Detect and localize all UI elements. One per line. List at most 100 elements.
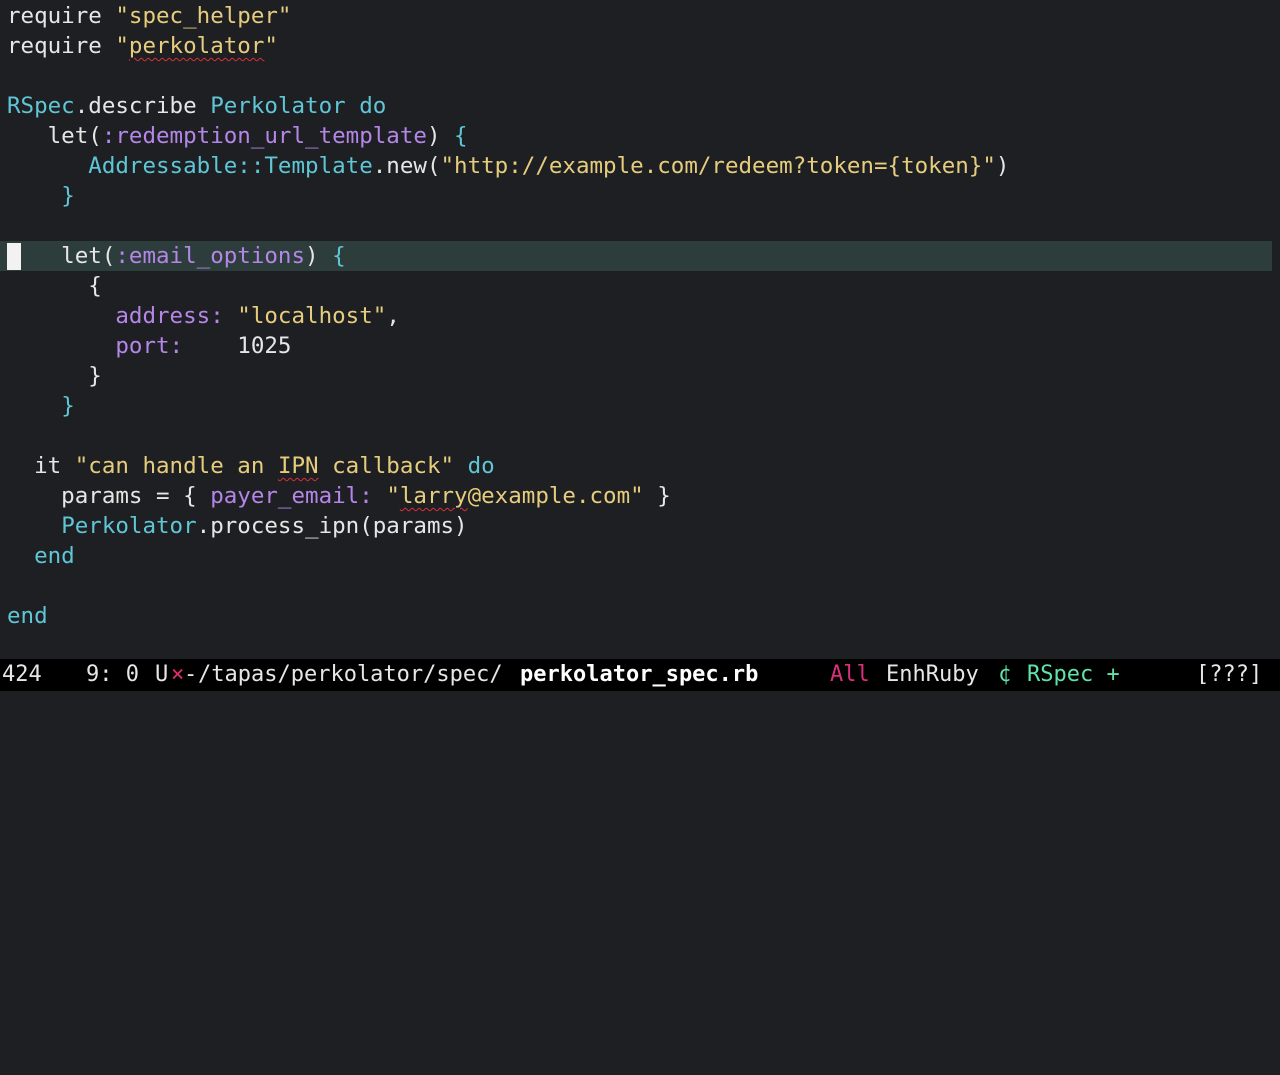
code-line[interactable]: require "spec_helper" xyxy=(0,1,1272,31)
code-token: { xyxy=(454,123,468,149)
code-line[interactable]: { xyxy=(0,271,1272,301)
code-text: Perkolator.process_ipn(params) xyxy=(7,511,467,541)
code-token: .describe xyxy=(74,93,211,119)
code-text: Addressable::Template.new("http://exampl… xyxy=(7,151,1009,181)
code-line[interactable]: } xyxy=(0,361,1272,391)
code-line[interactable]: Addressable::Template.new("http://exampl… xyxy=(0,151,1272,181)
code-line[interactable]: require "perkolator" xyxy=(0,31,1272,61)
code-token: "localhost" xyxy=(237,303,387,329)
code-line[interactable] xyxy=(0,211,1272,241)
code-token: } xyxy=(61,183,75,209)
code-token: payer_email: xyxy=(210,483,373,509)
code-token: :email_options xyxy=(115,243,306,269)
code-token: "can handle an xyxy=(74,453,278,479)
code-line[interactable]: port: 1025 xyxy=(0,331,1272,361)
code-token: :redemption_url_template xyxy=(101,123,427,149)
spelling-error: perkolator xyxy=(128,33,265,59)
code-token: , xyxy=(386,303,400,329)
code-token: params = { xyxy=(7,483,211,509)
code-text: require "perkolator" xyxy=(7,31,278,61)
code-editor[interactable]: require "spec_helper" require "perkolator… xyxy=(0,0,1280,656)
code-token: port: xyxy=(115,333,184,359)
line-count: 424 xyxy=(2,662,42,687)
code-text: params = { payer_email: "larry@example.c… xyxy=(7,481,671,511)
code-token: end xyxy=(7,603,48,629)
major-mode[interactable]: EnhRuby xyxy=(886,659,979,691)
file-directory[interactable]: /tapas/perkolator/spec/ xyxy=(198,659,503,691)
code-token: " xyxy=(386,483,400,509)
code-text: { xyxy=(7,271,102,301)
echo-area[interactable] xyxy=(0,691,1280,720)
code-line[interactable]: end xyxy=(0,541,1272,571)
code-line[interactable]: address: "localhost", xyxy=(0,301,1272,331)
code-token: require xyxy=(7,33,116,59)
code-token: address: xyxy=(115,303,224,329)
code-text: end xyxy=(7,601,48,631)
code-line[interactable]: let(:redemption_url_template) { xyxy=(0,121,1272,151)
modified-marker-icon: × xyxy=(171,662,185,687)
code-token: @example.com" xyxy=(467,483,644,509)
modeline-dash: - xyxy=(184,662,198,687)
code-text: let(:email_options) { xyxy=(7,241,346,271)
mode-separator-icon: ¢ xyxy=(998,662,1012,687)
scroll-indicator: All xyxy=(830,662,870,687)
code-token: " xyxy=(264,33,278,59)
buffer-filename[interactable]: perkolator_spec.rb xyxy=(520,659,758,691)
code-token: end xyxy=(34,543,75,569)
code-token: Perkolator xyxy=(61,513,197,539)
code-token: " xyxy=(115,33,129,59)
minor-mode[interactable]: RSpec + xyxy=(1027,659,1120,691)
code-token: do xyxy=(359,93,387,119)
code-line[interactable] xyxy=(0,571,1272,601)
code-line[interactable] xyxy=(0,421,1272,451)
code-token: Perkolator xyxy=(210,93,346,119)
code-token: "http://example.com/redeem?token={token}… xyxy=(440,153,996,179)
code-text: it "can handle an IPN callback" do xyxy=(7,451,495,481)
code-token: it xyxy=(7,453,75,479)
code-token: ) xyxy=(305,243,333,269)
code-text: } xyxy=(7,181,75,211)
code-token: require xyxy=(7,3,116,29)
code-token: { xyxy=(7,273,102,299)
code-text: address: "localhost", xyxy=(7,301,400,331)
code-text: port: 1025 xyxy=(7,331,291,361)
code-line[interactable]: } xyxy=(0,391,1272,421)
code-token: let( xyxy=(7,243,116,269)
encoding-flag: U xyxy=(155,662,169,687)
current-line[interactable]: let(:email_options) { xyxy=(0,241,1272,271)
code-token: .new( xyxy=(372,153,441,179)
code-line[interactable]: params = { payer_email: "larry@example.c… xyxy=(0,481,1272,511)
code-line[interactable]: end xyxy=(0,601,1272,631)
code-text: end xyxy=(7,541,75,571)
code-token: 1025 xyxy=(183,333,292,359)
status-indicator: [???] xyxy=(1196,662,1263,687)
code-token: Addressable::Template xyxy=(88,153,373,179)
code-text: RSpec.describe Perkolator do xyxy=(7,91,386,121)
code-text: } xyxy=(7,361,102,391)
code-text: let(:redemption_url_template) { xyxy=(7,121,468,151)
code-token: } xyxy=(643,483,671,509)
code-token: RSpec xyxy=(7,93,75,119)
code-token: callback" xyxy=(318,453,455,479)
code-line[interactable]: RSpec.describe Perkolator do xyxy=(0,91,1272,121)
code-token: ) xyxy=(426,123,455,149)
spelling-error: IPN xyxy=(277,453,319,479)
code-line[interactable] xyxy=(0,61,1272,91)
code-token: do xyxy=(467,453,495,479)
code-line[interactable]: it "can handle an IPN callback" do xyxy=(0,451,1272,481)
code-token: } xyxy=(7,363,102,389)
code-line[interactable]: } xyxy=(0,181,1272,211)
code-token: let( xyxy=(7,123,102,149)
spelling-error: larry xyxy=(399,483,468,509)
code-line[interactable]: Perkolator.process_ipn(params) xyxy=(0,511,1272,541)
